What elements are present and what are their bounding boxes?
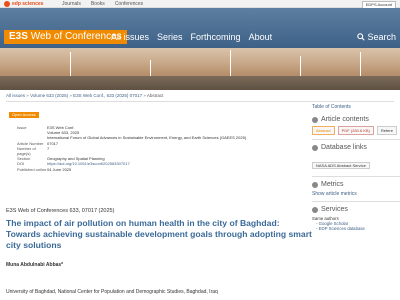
contents-icon xyxy=(312,116,318,123)
menu-about[interactable]: About xyxy=(249,30,273,44)
pdf-button[interactable]: PDF (280.6 KB) xyxy=(337,126,374,135)
services-heading: Services xyxy=(312,206,400,213)
edp-database-link[interactable]: - EDP Sciences database xyxy=(316,226,400,231)
abstract-button[interactable]: Abstract xyxy=(312,126,335,135)
article-metadata: Issue E3S Web Conf. Volume 633, 2025 Int… xyxy=(17,125,247,172)
database-links-heading: Database links xyxy=(312,144,400,151)
sidebar: Table of Contents Article contents Abstr… xyxy=(308,104,400,231)
open-access-badge: Open Access xyxy=(9,112,39,118)
meta-row-published: Published online 04 June 2025 xyxy=(17,166,72,172)
breadcrumb-volume[interactable]: Volume 633 (2025) xyxy=(30,93,68,98)
nasa-ads-button[interactable]: NASA ADS Abstract Service xyxy=(312,162,370,169)
show-metrics-link[interactable]: Show article metrics xyxy=(312,191,400,197)
meta-row-issue: Issue E3S Web Conf. Volume 633, 2025 Int… xyxy=(17,125,247,141)
menu-all-issues[interactable]: All issues xyxy=(111,30,149,44)
metrics-heading: Metrics xyxy=(312,181,400,188)
article-format-buttons: Abstract PDF (280.6 KB) Refere xyxy=(312,126,400,135)
author-affiliation: University of Baghdad, National Center f… xyxy=(6,289,218,295)
metrics-icon xyxy=(312,181,318,188)
citation: E3S Web of Conferences 633, 07017 (2025) xyxy=(6,208,115,214)
top-link-conferences[interactable]: Conferences xyxy=(115,0,143,8)
edp-logo-icon xyxy=(4,1,10,7)
main-nav: E3S Web of Conferences All issues Series… xyxy=(0,8,400,48)
top-links: Journals Books Conferences xyxy=(62,0,143,8)
database-icon xyxy=(312,144,318,151)
breadcrumb-current: Abstract xyxy=(146,93,164,98)
main-menu: All issues Series Forthcoming About xyxy=(111,30,272,44)
journal-brand[interactable]: E3S Web of Conferences xyxy=(4,30,127,44)
breadcrumb-all-issues[interactable]: All issues xyxy=(6,93,25,98)
meta-row-pages: Number of page(s) 7 xyxy=(17,145,50,157)
breadcrumb-article[interactable]: E3S Web Conf., 633 (2025) 07017 xyxy=(73,93,142,98)
article-contents-heading: Article contents xyxy=(312,116,400,123)
references-button[interactable]: Refere xyxy=(376,126,397,135)
hero-banner xyxy=(0,48,400,90)
author-name[interactable]: Muna Abdulnabi Abbas* xyxy=(6,262,63,268)
top-bar: edp sciences Journals Books Conferences … xyxy=(0,0,400,9)
menu-forthcoming[interactable]: Forthcoming xyxy=(191,30,241,44)
divider xyxy=(6,101,394,102)
edp-logo[interactable]: edp sciences xyxy=(4,0,48,8)
top-link-books[interactable]: Books xyxy=(91,0,105,8)
table-of-contents-link[interactable]: Table of Contents xyxy=(312,104,400,110)
services-icon xyxy=(312,206,318,213)
article-title: The impact of air pollution on human hea… xyxy=(6,218,312,250)
menu-series[interactable]: Series xyxy=(157,30,183,44)
search-icon xyxy=(357,33,366,41)
breadcrumb: All issues » Volume 633 (2025) » E3S Web… xyxy=(6,93,164,98)
top-link-journals[interactable]: Journals xyxy=(62,0,81,8)
search-button[interactable]: Search xyxy=(357,30,396,44)
